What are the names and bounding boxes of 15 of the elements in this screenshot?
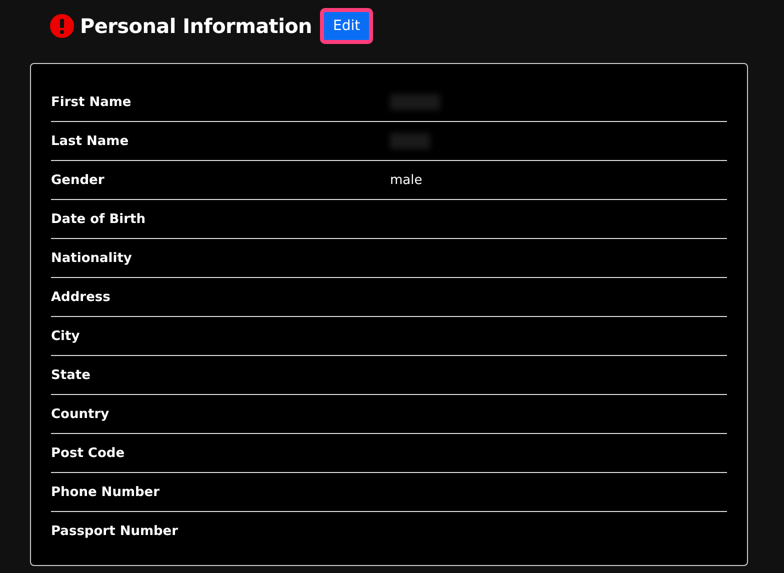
field-label: Country xyxy=(51,406,110,422)
field-label: Address xyxy=(51,290,112,304)
section-title: Personal Information xyxy=(80,14,312,38)
field-label: Post Code xyxy=(51,446,126,460)
field-label: Date of Birth xyxy=(51,212,146,226)
field-value: male xyxy=(390,172,422,188)
field-label: Phone Number xyxy=(51,484,161,500)
field-label: Nationality xyxy=(51,250,133,266)
field-label: City xyxy=(51,328,81,344)
field-label: First Name xyxy=(51,94,132,110)
field-label: Last Name xyxy=(51,134,130,148)
field-label: Gender xyxy=(51,172,106,188)
field-label: Passport Number xyxy=(51,524,180,538)
edit-button[interactable]: Edit xyxy=(320,8,374,44)
field-label: State xyxy=(51,368,92,382)
